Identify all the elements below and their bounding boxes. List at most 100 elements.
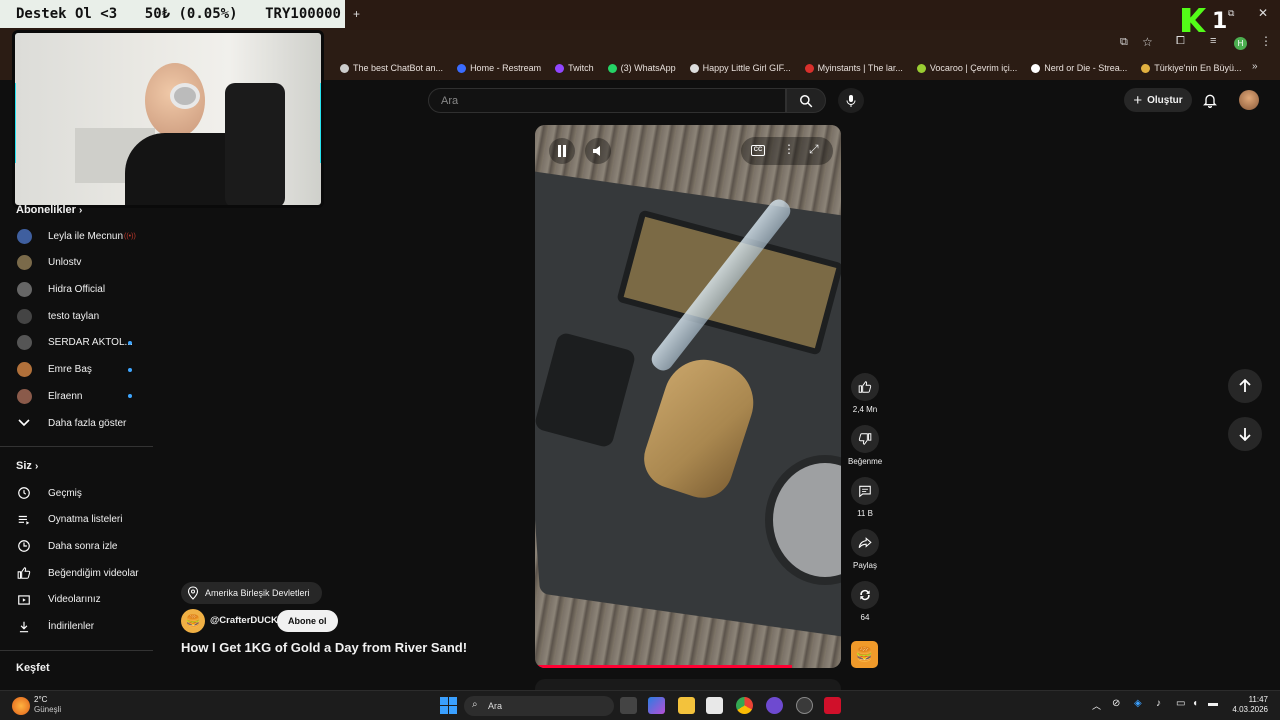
- captions-icon[interactable]: CC: [751, 145, 765, 156]
- sidebar-subscription-item[interactable]: Unlostv: [0, 250, 155, 276]
- shorts-video-player[interactable]: CC ⋮ ⤢: [535, 125, 841, 668]
- profile-avatar-icon[interactable]: H: [1234, 37, 1247, 50]
- voice-search-button[interactable]: [838, 88, 864, 113]
- sidebar-subscription-item[interactable]: Emre Baş: [0, 357, 155, 383]
- media-controls-icon[interactable]: ≡: [1210, 35, 1216, 47]
- streaming-app-icon[interactable]: [766, 697, 783, 714]
- network-icon[interactable]: ▭: [1176, 698, 1185, 709]
- bookmark-item[interactable]: Nerd or Die - Strea...: [1031, 63, 1127, 73]
- video-settings-group: CC ⋮ ⤢: [741, 137, 833, 165]
- chevron-right-icon: ›: [34, 461, 39, 472]
- sidebar-item-downloads[interactable]: İndirilenler: [0, 614, 155, 640]
- taskbar-search[interactable]: ⌕ Ara: [464, 696, 614, 716]
- subscription-label: Unlostv: [48, 257, 82, 269]
- sidebar-item-liked[interactable]: Beğendiğim videolar: [0, 560, 155, 586]
- volume-icon: [593, 146, 600, 156]
- close-window-icon[interactable]: ✕: [1258, 6, 1268, 20]
- weather-widget[interactable]: 2°C Güneşli: [34, 695, 61, 715]
- bookmark-star-icon[interactable]: ☆: [1142, 35, 1153, 49]
- channel-avatar[interactable]: 🍔: [181, 609, 205, 633]
- subscribe-button[interactable]: Abone ol: [277, 610, 338, 632]
- more-options-icon[interactable]: ⋮: [783, 142, 795, 156]
- like-button[interactable]: 2,4 Mn: [848, 373, 882, 414]
- search-button[interactable]: [786, 88, 826, 113]
- thumbs-up-icon: [851, 373, 879, 401]
- microphone-icon: [846, 94, 856, 107]
- channel-thumbnail-button[interactable]: 🍔: [851, 641, 878, 668]
- bookmark-item[interactable]: Myinstants | The lar...: [804, 63, 903, 73]
- new-tab-icon[interactable]: +: [353, 7, 360, 21]
- next-short-button[interactable]: [1228, 417, 1262, 451]
- search-input[interactable]: Ara: [428, 88, 786, 113]
- bookmark-item[interactable]: Türkiye'nin En Büyü...: [1141, 63, 1242, 73]
- previous-short-button[interactable]: [1228, 369, 1262, 403]
- sidebar-item-playlists[interactable]: Oynatma listeleri: [0, 507, 155, 533]
- pause-button[interactable]: [549, 138, 575, 164]
- bookmark-item[interactable]: Twitch: [555, 63, 594, 73]
- sidebar-subscription-item[interactable]: Leyla ile Mecnun ((•)): [0, 223, 155, 249]
- bookmark-item[interactable]: Vocaroo | Çevrim içi...: [916, 63, 1017, 73]
- bookmark-item[interactable]: The best ChatBot an...: [340, 63, 443, 73]
- tray-app-icon[interactable]: ◈: [1134, 698, 1142, 709]
- volume-tray-icon[interactable]: ◖: [1192, 698, 1198, 709]
- show-more-button[interactable]: Daha fazla göster: [0, 410, 155, 436]
- share-label: Paylaş: [852, 561, 877, 570]
- cast-icon[interactable]: ⧉: [1120, 36, 1128, 49]
- account-avatar[interactable]: [1239, 90, 1259, 110]
- extensions-icon[interactable]: ⧠: [1176, 35, 1185, 48]
- dislike-button[interactable]: Beğenme: [848, 425, 882, 466]
- subscriptions-heading[interactable]: Abonelikler ›: [16, 204, 82, 216]
- start-button[interactable]: [440, 697, 457, 714]
- file-explorer-icon[interactable]: [678, 697, 695, 714]
- sidebar-item-your-videos[interactable]: Videolarınız: [0, 587, 155, 613]
- restore-window-icon[interactable]: ⧉: [1228, 8, 1234, 19]
- comment-count: 11 B: [857, 509, 873, 518]
- create-button[interactable]: + Oluştur: [1124, 88, 1192, 112]
- more-bookmarks-icon[interactable]: »: [1252, 61, 1258, 72]
- video-progress-bar[interactable]: [535, 665, 793, 668]
- weather-icon[interactable]: [12, 697, 30, 715]
- mute-button[interactable]: [585, 138, 611, 164]
- opera-icon[interactable]: [824, 697, 841, 714]
- browser-menu-icon[interactable]: ⋮: [1260, 34, 1272, 48]
- sidebar-subscription-item[interactable]: testo taylan: [0, 303, 155, 329]
- you-heading[interactable]: Siz ›: [16, 460, 38, 472]
- remix-button[interactable]: 64: [848, 581, 882, 622]
- tray-app-icon[interactable]: ⊘: [1112, 698, 1120, 709]
- share-button[interactable]: Paylaş: [848, 529, 882, 570]
- comments-button[interactable]: 11 B: [848, 477, 882, 518]
- sidebar-item-watch-later[interactable]: Daha sonra izle: [0, 533, 155, 559]
- donation-amount: 50₺ (0.05%): [144, 6, 238, 22]
- copilot-icon[interactable]: [648, 697, 665, 714]
- sidebar-item-history[interactable]: Geçmiş: [0, 480, 155, 506]
- store-icon[interactable]: [706, 697, 723, 714]
- sidebar-item-label: Videolarınız: [48, 594, 101, 606]
- bookmark-item[interactable]: Happy Little Girl GIF...: [689, 63, 791, 73]
- battery-icon[interactable]: ▬: [1208, 698, 1218, 709]
- remix-count: 64: [860, 613, 870, 622]
- settings-app-icon[interactable]: [796, 697, 813, 714]
- notifications-button[interactable]: [1202, 92, 1218, 113]
- sidebar-item-label: Daha sonra izle: [48, 540, 118, 552]
- bookmark-item[interactable]: (3) WhatsApp: [607, 63, 676, 73]
- show-hidden-icons-icon[interactable]: ︿: [1092, 699, 1101, 712]
- channel-name[interactable]: @CrafterDUCK: [210, 615, 278, 626]
- chrome-icon[interactable]: [736, 697, 753, 714]
- bookmark-label: Twitch: [568, 63, 594, 73]
- task-view-icon[interactable]: [620, 697, 637, 714]
- microphone-tray-icon[interactable]: ♪: [1156, 698, 1161, 709]
- video-title[interactable]: How I Get 1KG of Gold a Day from River S…: [181, 640, 467, 655]
- explore-heading: Keşfet: [16, 662, 50, 674]
- sidebar-subscription-item[interactable]: SERDAR AKTOL...: [0, 330, 155, 356]
- clock[interactable]: 11:47 4.03.2026: [1232, 695, 1268, 715]
- subscription-label: Elraenn: [48, 390, 83, 402]
- fullscreen-icon[interactable]: ⤢: [809, 142, 819, 157]
- plus-icon: +: [1133, 91, 1143, 109]
- location-chip[interactable]: Amerika Birleşik Devletleri: [181, 582, 322, 604]
- search-icon: [800, 94, 813, 107]
- sidebar-subscription-item[interactable]: Hidra Official: [0, 276, 155, 302]
- weather-temp: 2°C: [34, 695, 48, 704]
- sidebar-subscription-item[interactable]: Elraenn: [0, 383, 155, 409]
- webcam-frame-accent: [15, 83, 16, 163]
- bookmark-item[interactable]: Home - Restream: [457, 63, 541, 73]
